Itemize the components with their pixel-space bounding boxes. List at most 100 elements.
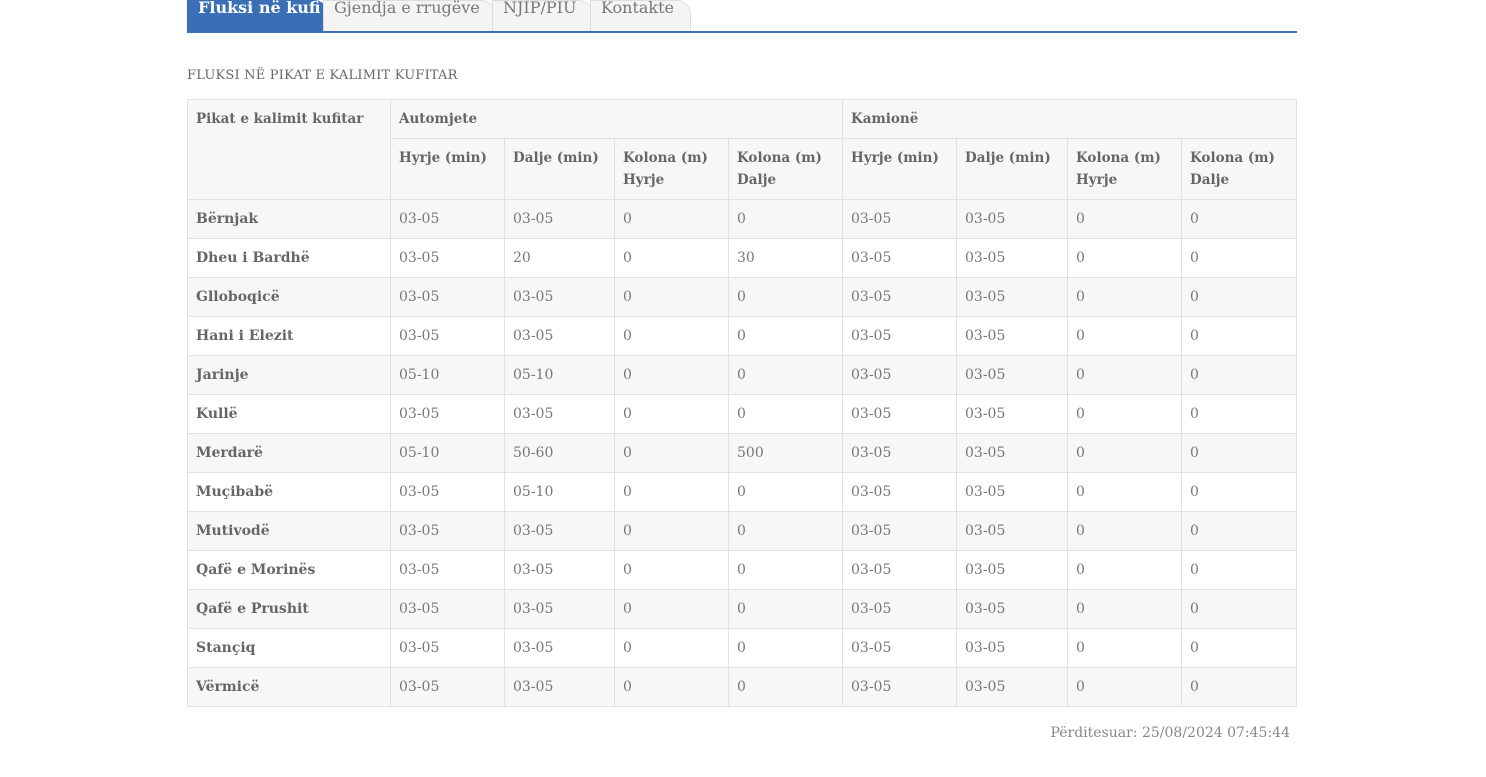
table-cell: 0 <box>728 511 843 551</box>
tab-gjendja-e-rrugeve[interactable]: Gjendja e rrugëve <box>323 0 495 31</box>
table-cell: 0 <box>1181 550 1297 590</box>
table-cell: 30 <box>728 238 843 278</box>
table-cell: 03-05 <box>956 199 1068 239</box>
table-cell: 03-05 <box>842 199 957 239</box>
table-cell: 03-05 <box>504 550 615 590</box>
table-cell: 03-05 <box>504 511 615 551</box>
table-cell: 05-10 <box>390 433 505 473</box>
tab-njip-piu[interactable]: NJIP/PIU <box>492 0 593 31</box>
table-row: Glloboqicë 03-05 03-05 0 0 03-05 03-05 0 0 <box>187 277 1297 317</box>
table-cell: 0 <box>1181 277 1297 317</box>
border-point-name: Dheu i Bardhë <box>187 238 391 278</box>
table-cell: 0 <box>1181 316 1297 356</box>
table-cell: 0 <box>1067 589 1182 629</box>
table-cell: 0 <box>614 628 729 668</box>
subheader-cell: Kolona (m) Dalje <box>728 138 843 200</box>
table-cell: 0 <box>614 316 729 356</box>
table-row: Hani i Elezit 03-05 03-05 0 0 03-05 03-05 0 0 <box>187 316 1297 356</box>
subheader-cell: Kolona (m) Hyrje <box>1067 138 1182 200</box>
subheader-cell: Dalje (min) <box>504 138 615 200</box>
header-border-point: Pikat e kalimit kufitar <box>187 99 391 200</box>
table-cell: 03-05 <box>504 667 615 707</box>
table-cell: 05-10 <box>504 355 615 395</box>
table-cell: 03-05 <box>956 277 1068 317</box>
border-point-name: Qafë e Morinës <box>187 550 391 590</box>
table-cell: 0 <box>1067 316 1182 356</box>
table-cell: 0 <box>1181 472 1297 512</box>
table-cell: 03-05 <box>390 277 505 317</box>
table-cell: 0 <box>728 472 843 512</box>
table-row: Muçibabë 03-05 05-10 0 0 03-05 03-05 0 0 <box>187 472 1297 512</box>
table-cell: 0 <box>1181 355 1297 395</box>
border-point-name: Vërmicë <box>187 667 391 707</box>
last-updated-text: Përditesuar: 25/08/2024 07:45:44 <box>1050 725 1290 741</box>
table-row: Mutivodë 03-05 03-05 0 0 03-05 03-05 0 0 <box>187 511 1297 551</box>
border-point-name: Jarinje <box>187 355 391 395</box>
table-cell: 03-05 <box>504 628 615 668</box>
table-cell: 03-05 <box>842 667 957 707</box>
table-cell: 0 <box>614 277 729 317</box>
table-body: Bërnjak 03-05 03-05 0 0 03-05 03-05 0 0 Dheu i Ba… <box>187 199 1297 707</box>
table-cell: 0 <box>1067 550 1182 590</box>
table-row: Kullë 03-05 03-05 0 0 03-05 03-05 0 0 <box>187 394 1297 434</box>
table-row: Jarinje 05-10 05-10 0 0 03-05 03-05 0 0 <box>187 355 1297 395</box>
table-cell: 03-05 <box>842 238 957 278</box>
table-row: Qafë e Prushit 03-05 03-05 0 0 03-05 03-05 0 0 <box>187 589 1297 629</box>
table-cell: 0 <box>728 316 843 356</box>
border-point-name: Kullë <box>187 394 391 434</box>
tab-kontakte[interactable]: Kontakte <box>590 0 691 31</box>
table-cell: 03-05 <box>390 394 505 434</box>
table-cell: 0 <box>1181 238 1297 278</box>
table-cell: 0 <box>614 511 729 551</box>
table-row: Merdarë 05-10 50-60 0 500 03-05 03-05 0 0 <box>187 433 1297 473</box>
header-group-trucks: Kamionë <box>842 99 1297 139</box>
table-cell: 03-05 <box>842 550 957 590</box>
border-point-name: Stançiq <box>187 628 391 668</box>
table-cell: 03-05 <box>504 277 615 317</box>
border-point-name: Bërnjak <box>187 199 391 239</box>
table-cell: 03-05 <box>842 355 957 395</box>
border-point-name: Muçibabë <box>187 472 391 512</box>
table-cell: 0 <box>1181 667 1297 707</box>
table-cell: 0 <box>1181 628 1297 668</box>
table-cell: 03-05 <box>842 316 957 356</box>
table-cell: 0 <box>1067 472 1182 512</box>
table-cell: 0 <box>1067 667 1182 707</box>
border-point-name: Merdarë <box>187 433 391 473</box>
table-cell: 0 <box>728 550 843 590</box>
table-cell: 03-05 <box>504 589 615 629</box>
table-cell: 0 <box>1067 277 1182 317</box>
table-row: Stançiq 03-05 03-05 0 0 03-05 03-05 0 0 <box>187 628 1297 668</box>
tab-fluksi-ne-kufi[interactable]: Fluksi në kufi <box>187 0 328 31</box>
table-cell: 03-05 <box>956 511 1068 551</box>
table-cell: 0 <box>614 238 729 278</box>
table-cell: 03-05 <box>842 472 957 512</box>
subheader-cell: Kolona (m) Dalje <box>1181 138 1297 200</box>
table-cell: 03-05 <box>390 472 505 512</box>
table-cell: 50-60 <box>504 433 615 473</box>
table-cell: 0 <box>614 667 729 707</box>
table-cell: 0 <box>1181 199 1297 239</box>
header-group-cars: Automjete <box>390 99 843 139</box>
border-point-name: Glloboqicë <box>187 277 391 317</box>
table-cell: 05-10 <box>504 472 615 512</box>
table-cell: 03-05 <box>956 628 1068 668</box>
table-row: Bërnjak 03-05 03-05 0 0 03-05 03-05 0 0 <box>187 199 1297 239</box>
table-cell: 0 <box>728 628 843 668</box>
table-cell: 03-05 <box>504 316 615 356</box>
table-cell: 0 <box>1181 394 1297 434</box>
table-cell: 03-05 <box>956 238 1068 278</box>
table-cell: 03-05 <box>842 511 957 551</box>
table-cell: 500 <box>728 433 843 473</box>
table-cell: 03-05 <box>390 589 505 629</box>
table-cell: 0 <box>728 667 843 707</box>
table-cell: 03-05 <box>956 550 1068 590</box>
table-cell: 20 <box>504 238 615 278</box>
table-cell: 0 <box>728 277 843 317</box>
table-cell: 03-05 <box>842 628 957 668</box>
tab-label: Fluksi në kufi <box>198 0 321 17</box>
table-cell: 0 <box>614 433 729 473</box>
subheader-cell: Kolona (m) Hyrje <box>614 138 729 200</box>
table-cell: 03-05 <box>842 589 957 629</box>
table-cell: 0 <box>1067 355 1182 395</box>
